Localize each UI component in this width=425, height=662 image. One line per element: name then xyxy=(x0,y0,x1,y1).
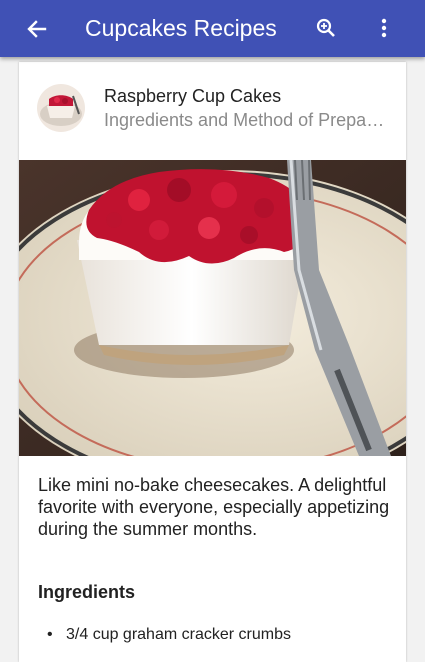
recipe-card: Raspberry Cup Cakes Ingredients and Meth… xyxy=(19,62,406,662)
more-vert-icon xyxy=(381,18,387,38)
recipe-description: Like mini no-bake cheesecakes. A delight… xyxy=(38,475,390,539)
cupcake-thumbnail-icon xyxy=(37,84,85,132)
overflow-menu-button[interactable] xyxy=(369,13,399,43)
ingredient-list-item: • 3/4 cup graham cracker crumbs xyxy=(47,626,291,644)
zoom-button[interactable] xyxy=(311,13,341,43)
ingredients-heading: Ingredients xyxy=(38,582,136,602)
app-title: Cupcakes Recipes xyxy=(85,15,277,41)
bullet-icon: • xyxy=(47,626,53,643)
recipe-photo xyxy=(19,160,406,456)
recipe-avatar xyxy=(37,84,85,132)
zoom-in-icon xyxy=(316,18,335,37)
ingredient-text: 3/4 cup graham cracker crumbs xyxy=(66,626,291,643)
cupcake-photo-image xyxy=(19,160,406,456)
recipe-title: Raspberry Cup Cakes xyxy=(104,86,282,106)
arrow-left-icon xyxy=(27,20,47,38)
app-bar: Cupcakes Recipes xyxy=(0,0,425,57)
back-button[interactable] xyxy=(22,14,52,44)
recipe-subtitle: Ingredients and Method of Preparation xyxy=(104,110,389,130)
